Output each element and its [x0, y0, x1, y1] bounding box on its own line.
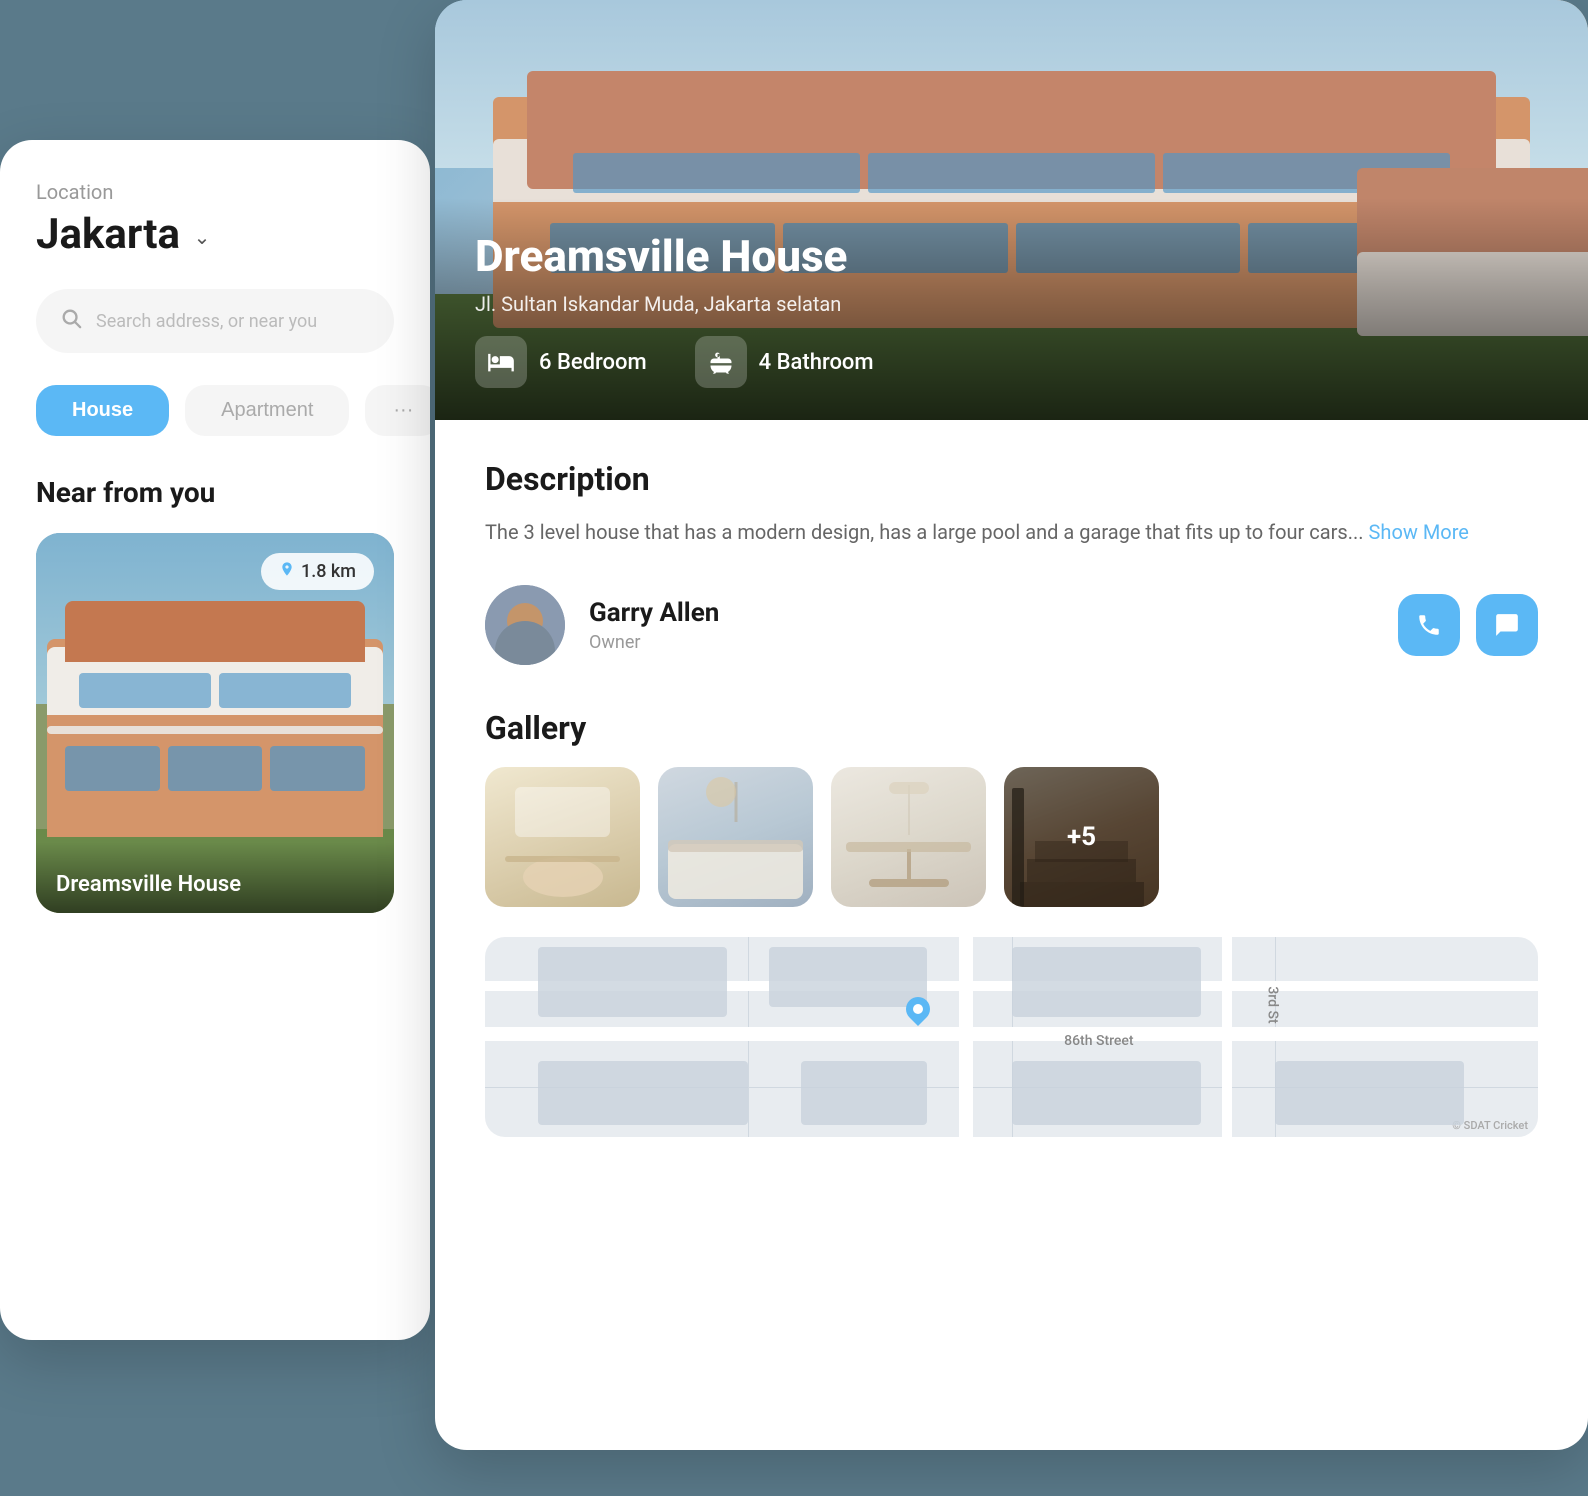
gallery-title: Gallery	[485, 709, 1538, 747]
property-card[interactable]: 1.8 km Dreamsville House	[36, 533, 394, 913]
hero-image: Dreamsville House Jl. Sultan Iskandar Mu…	[435, 0, 1588, 420]
gallery-more-overlay: +5	[1004, 767, 1159, 907]
left-panel: Location Jakarta ⌄ Search address, or ne…	[0, 140, 430, 1340]
tab-apartment[interactable]: Apartment	[185, 385, 349, 436]
filter-tabs: House Apartment ···	[36, 385, 394, 436]
distance-text: 1.8 km	[301, 561, 356, 582]
tab-other[interactable]: ···	[365, 385, 430, 436]
gallery-item-2[interactable]	[658, 767, 813, 907]
chat-button[interactable]	[1476, 594, 1538, 656]
owner-info: Garry Allen Owner	[589, 598, 1374, 653]
show-more-link[interactable]: Show More	[1369, 520, 1469, 544]
tab-house[interactable]: House	[36, 385, 169, 436]
hero-title: Dreamsville House	[475, 230, 1548, 282]
gallery-grid: +5	[485, 767, 1538, 907]
map-street-label-1: 86th Street	[1064, 1033, 1133, 1049]
distance-badge: 1.8 km	[261, 553, 374, 590]
hero-address: Jl. Sultan Iskandar Muda, Jakarta selata…	[475, 292, 1548, 316]
description-title: Description	[485, 460, 1538, 498]
search-bar[interactable]: Search address, or near you	[36, 289, 394, 353]
description-text: The 3 level house that has a modern desi…	[485, 516, 1538, 549]
owner-name: Garry Allen	[589, 598, 1374, 628]
right-panel: Dreamsville House Jl. Sultan Iskandar Mu…	[435, 0, 1588, 1450]
gallery-item-1[interactable]	[485, 767, 640, 907]
city-name: Jakarta	[36, 210, 180, 259]
location-label: Location	[36, 180, 394, 204]
gallery-more-count: +5	[1067, 822, 1096, 852]
description-body: The 3 level house that has a modern desi…	[485, 520, 1364, 544]
owner-role: Owner	[589, 632, 1374, 653]
contact-buttons	[1398, 594, 1538, 656]
bathroom-label: 4 Bathroom	[759, 350, 874, 375]
owner-avatar	[485, 585, 565, 665]
bedroom-feature: 6 Bedroom	[475, 336, 647, 388]
pin-icon	[279, 561, 295, 582]
right-content: Description The 3 level house that has a…	[435, 420, 1588, 1177]
hero-features: 6 Bedroom 4 Bathroom	[475, 336, 1548, 388]
search-placeholder: Search address, or near you	[96, 311, 317, 332]
map-street-label-2: 3rd St	[1264, 986, 1280, 1023]
hero-overlay: Dreamsville House Jl. Sultan Iskandar Mu…	[435, 198, 1588, 420]
gallery-item-4[interactable]: +5	[1004, 767, 1159, 907]
bathroom-feature: 4 Bathroom	[695, 336, 874, 388]
bathroom-icon	[695, 336, 747, 388]
phone-button[interactable]	[1398, 594, 1460, 656]
bedroom-icon	[475, 336, 527, 388]
property-title: Dreamsville House	[36, 842, 394, 913]
map-area: 86th Street 3rd St © SDAT Cricket	[485, 937, 1538, 1137]
search-icon	[60, 307, 82, 335]
chevron-down-icon[interactable]: ⌄	[190, 225, 214, 249]
owner-row: Garry Allen Owner	[485, 585, 1538, 665]
gallery-item-3[interactable]	[831, 767, 986, 907]
near-section-title: Near from you	[36, 476, 394, 509]
location-row[interactable]: Jakarta ⌄	[36, 210, 394, 259]
bedroom-label: 6 Bedroom	[539, 350, 647, 375]
